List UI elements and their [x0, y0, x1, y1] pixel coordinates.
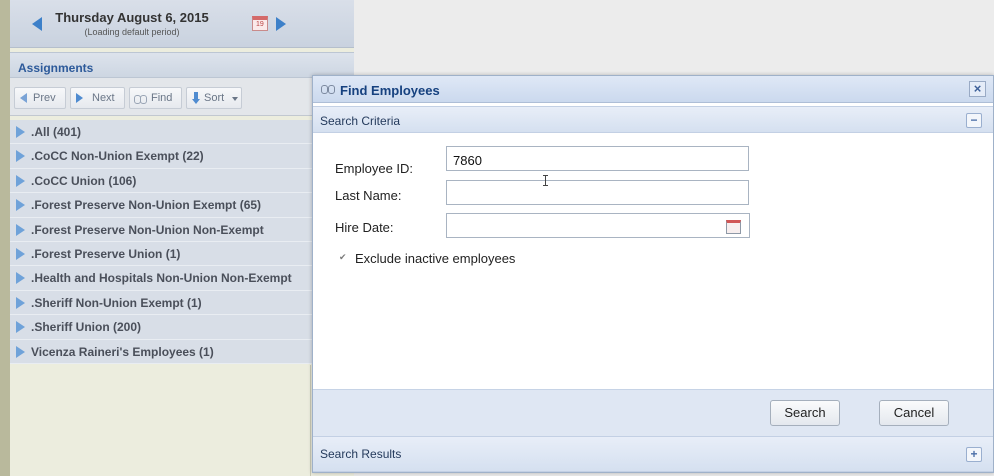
expand-arrow-icon[interactable] [16, 345, 25, 358]
expand-arrow-icon[interactable] [16, 223, 25, 236]
expand-arrow-icon[interactable] [16, 247, 25, 260]
next-button[interactable]: Next [70, 87, 125, 109]
assignments-tree: .All (401) .CoCC Non-Union Exempt (22) .… [10, 120, 354, 364]
hire-date-label: Hire Date: [335, 220, 394, 235]
collapse-icon[interactable]: − [966, 113, 982, 128]
expand-arrow-icon[interactable] [16, 126, 25, 138]
search-criteria-title: Search Criteria [320, 114, 401, 128]
sort-down-icon [192, 92, 200, 104]
dialog-titlebar[interactable]: Find Employees × [313, 76, 993, 103]
tree-item[interactable]: .Sheriff Union (200) [10, 315, 354, 340]
prev-button[interactable]: Prev [14, 87, 66, 109]
cancel-button[interactable]: Cancel [879, 400, 949, 426]
assignments-header: Assignments [10, 52, 354, 78]
date-navigator: Thursday August 6, 2015 (Loading default… [10, 0, 354, 48]
expand-arrow-icon[interactable] [16, 321, 25, 334]
tree-item[interactable]: .CoCC Non-Union Exempt (22) [10, 144, 354, 169]
tree-item[interactable]: .Sheriff Non-Union Exempt (1) [10, 290, 354, 316]
search-button[interactable]: Search [770, 400, 840, 426]
tree-item[interactable]: .CoCC Union (106) [10, 168, 354, 194]
calendar-icon[interactable]: 19 [252, 16, 268, 31]
assignments-toolbar: Prev Next Find Sort [10, 78, 354, 116]
expand-arrow-icon[interactable] [16, 199, 25, 212]
calendar-day-number: 19 [256, 21, 264, 28]
last-name-label: Last Name: [335, 188, 402, 203]
close-button[interactable]: × [969, 81, 986, 97]
tree-item[interactable]: Vicenza Raineri's Employees (1) [10, 339, 354, 364]
next-arrow-icon [76, 93, 83, 103]
period-loading-text: (Loading default period) [84, 27, 180, 37]
exclude-inactive-label: Exclude inactive employees [355, 251, 516, 266]
search-criteria-header[interactable]: Search Criteria − [313, 106, 993, 133]
tree-item[interactable]: .All (401) [10, 120, 354, 145]
left-frame-border [0, 0, 10, 476]
current-date: Thursday August 6, 2015 [55, 10, 209, 25]
expand-arrow-icon[interactable] [16, 272, 25, 285]
previous-date-arrow-icon[interactable] [32, 17, 42, 31]
expand-arrow-icon[interactable] [16, 296, 25, 309]
tree-item[interactable]: .Forest Preserve Non-Union Non-Exempt [10, 217, 354, 242]
text-cursor-icon [543, 175, 548, 186]
expand-arrow-icon[interactable] [16, 174, 25, 187]
tree-item[interactable]: .Forest Preserve Union (1) [10, 241, 354, 267]
binoculars-icon [134, 95, 147, 104]
panel-divider [310, 365, 311, 476]
employee-id-input[interactable] [446, 146, 749, 171]
find-employees-dialog: Find Employees × Search Criteria − Emplo… [312, 75, 994, 473]
exclude-inactive-checkbox[interactable]: ✔ [339, 253, 348, 262]
tree-item[interactable]: .Health and Hospitals Non-Union Non-Exem… [10, 266, 354, 291]
expand-arrow-icon[interactable] [16, 150, 25, 163]
chevron-down-icon [232, 97, 238, 101]
last-name-input[interactable] [446, 180, 749, 205]
left-panel: Thursday August 6, 2015 (Loading default… [10, 0, 354, 476]
next-date-arrow-icon[interactable] [276, 17, 286, 31]
dialog-button-bar: Search Cancel [313, 389, 993, 436]
sort-button[interactable]: Sort [186, 87, 242, 109]
hire-date-input[interactable] [446, 213, 750, 238]
calendar-picker-icon[interactable] [726, 220, 741, 234]
prev-arrow-icon [20, 93, 27, 103]
find-button[interactable]: Find [129, 87, 182, 109]
dialog-title: Find Employees [340, 83, 440, 98]
search-results-header[interactable]: Search Results + [313, 436, 993, 472]
expand-icon[interactable]: + [966, 447, 982, 462]
employee-id-label: Employee ID: [335, 161, 414, 176]
tree-item[interactable]: .Forest Preserve Non-Union Exempt (65) [10, 193, 354, 218]
binoculars-icon [321, 85, 335, 94]
search-results-title: Search Results [320, 447, 402, 461]
